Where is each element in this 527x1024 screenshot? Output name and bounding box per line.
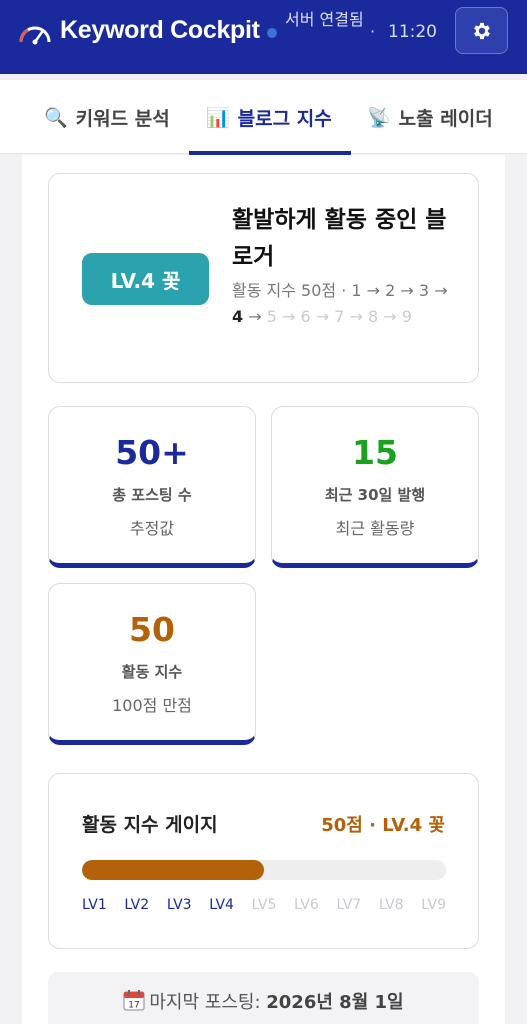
level-step-2: 2	[385, 281, 396, 300]
level-step-5: 5	[266, 307, 277, 326]
tab-label: 키워드 분석	[75, 107, 170, 130]
gauge-level-lv1: LV1	[82, 897, 107, 913]
level-step-4: 4	[232, 307, 244, 326]
level-step-7: 7	[334, 307, 345, 326]
settings-button[interactable]	[455, 7, 508, 54]
gauge-track	[82, 860, 446, 880]
gauge-level-lv7: LV7	[336, 897, 362, 913]
stat-label: 최근 30일 발행	[324, 486, 426, 504]
stat-label: 총 포스팅 수	[112, 486, 192, 504]
level-arrow: →	[361, 281, 386, 300]
last-posting-text: 17 마지막 포스팅: 2026년 8월 1일	[48, 988, 479, 1014]
search-icon: 🔍	[44, 106, 68, 129]
stat-sub: 최근 활동량	[335, 519, 415, 538]
stat-value: 50	[129, 610, 175, 649]
separator: ·	[370, 22, 376, 41]
tab-bar: 🔍 키워드 분석 📊 블로그 지수 📡 노출 레이더	[0, 80, 527, 154]
connection-status: 서버 연결됨	[285, 10, 364, 29]
stat-value: 50+	[115, 433, 189, 472]
gauge-level-labels: LV1 LV2 LV3 LV4 LV5 LV6 LV7 LV8 LV9	[82, 897, 446, 913]
stat-label: 활동 지수	[121, 663, 183, 681]
level-step-6: 6	[300, 307, 311, 326]
app-title: Keyword Cockpit	[60, 16, 260, 44]
svg-text:17: 17	[129, 1001, 140, 1011]
stat-sub: 추정값	[129, 519, 175, 538]
level-arrow: →	[310, 307, 335, 326]
level-step-9: 9	[401, 307, 412, 326]
level-arrow: →	[395, 281, 419, 300]
level-card: LV.4 꽃 활발하게 활동 중인 블로거 활동 지수 50점 · 1 → 2 …	[48, 173, 479, 383]
gauge-level-lv8: LV8	[378, 897, 404, 913]
gauge-level-lv3: LV3	[166, 897, 192, 913]
stat-card-total-posts: 50+ 총 포스팅 수 추정값	[48, 406, 256, 568]
gauge-fill	[82, 860, 264, 880]
gauge-score: 50점 · LV.4 꽃	[321, 815, 445, 836]
bar-chart-icon: 📊	[206, 106, 230, 129]
last-posting-panel: 17 마지막 포스팅: 2026년 8월 1일	[48, 972, 479, 1024]
gauge-level-lv4: LV4	[209, 897, 234, 913]
level-title: 활발하게 활동 중인 블로거	[232, 207, 447, 270]
speedometer-icon	[19, 26, 51, 45]
tab-exposure-radar[interactable]: 📡 노출 레이더	[367, 80, 493, 154]
satellite-dish-icon: 📡	[367, 106, 391, 129]
gauge-level-lv2: LV2	[124, 897, 150, 913]
level-step-8: 8	[368, 307, 379, 326]
level-arrow: →	[378, 307, 402, 326]
app-header: Keyword Cockpit 서버 연결됨 · 11:20	[0, 0, 527, 74]
gear-icon	[473, 22, 490, 39]
level-arrow: →	[243, 307, 267, 326]
gauge-level-lv5: LV5	[251, 897, 277, 913]
tab-label: 노출 레이더	[398, 107, 493, 130]
level-badge: LV.4 꽃	[82, 253, 209, 305]
tab-keyword-analysis[interactable]: 🔍 키워드 분석	[44, 80, 170, 154]
level-step-1: 1	[351, 281, 362, 300]
tab-label: 블로그 지수	[237, 107, 332, 130]
last-posting-label: 마지막 포스팅:	[149, 992, 267, 1013]
stat-value: 15	[352, 433, 398, 472]
last-posting-date: 2026년 8월 1일	[266, 992, 404, 1013]
level-arrow: →	[344, 307, 369, 326]
stat-sub: 100점 만점	[112, 696, 192, 715]
stat-card-activity-index: 50 활동 지수 100점 만점	[48, 583, 256, 745]
calendar-icon: 17	[123, 990, 145, 1011]
level-progression: 활동 지수 50점 · 1 → 2 → 3 → 4 → 5 → 6 → 7 → …	[232, 278, 452, 330]
tab-blog-index[interactable]: 📊 블로그 지수	[206, 80, 332, 154]
connection-status-dot	[267, 28, 277, 38]
stat-card-recent-posts: 15 최근 30일 발행 최근 활동량	[271, 406, 479, 568]
gauge-level-lv9: LV9	[421, 897, 446, 913]
gauge-level-lv6: LV6	[294, 897, 319, 913]
activity-score-text: 활동 지수 50점 ·	[232, 281, 352, 300]
gauge-title: 활동 지수 게이지	[82, 814, 218, 836]
activity-gauge-card: 활동 지수 게이지 50점 · LV.4 꽃 LV1 LV2 LV3 LV4 LV5 LV…	[48, 773, 479, 949]
level-arrow: →	[429, 281, 448, 300]
clock: 11:20	[388, 22, 437, 42]
level-arrow: →	[276, 307, 301, 326]
level-step-3: 3	[418, 281, 430, 300]
